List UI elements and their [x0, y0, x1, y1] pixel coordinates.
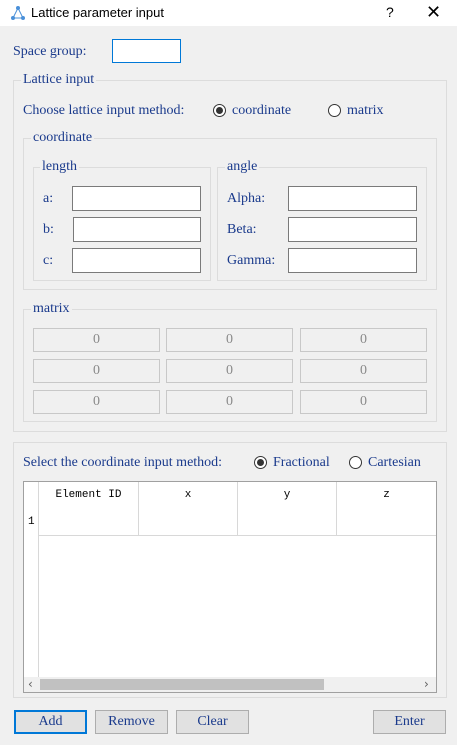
matrix-cell[interactable]: 0 — [166, 328, 293, 352]
angle-beta-label: Beta: — [227, 222, 257, 237]
help-button[interactable]: ? — [386, 4, 394, 20]
length-title: length — [40, 159, 79, 175]
radio-cartesian[interactable] — [349, 456, 362, 469]
row-header-column — [24, 482, 39, 679]
angle-gamma-label: Gamma: — [227, 253, 276, 268]
coordinate-title: coordinate — [31, 130, 95, 146]
radio-cartesian-label[interactable]: Cartesian — [368, 455, 421, 471]
angle-title: angle — [225, 159, 260, 175]
column-header-element-id[interactable]: Element ID — [39, 482, 139, 536]
angle-gamma-input[interactable] — [288, 248, 417, 273]
matrix-cell[interactable]: 0 — [33, 359, 160, 383]
space-group-input[interactable] — [112, 39, 181, 63]
close-button[interactable]: ✕ — [426, 2, 441, 23]
matrix-cell[interactable]: 0 — [33, 390, 160, 414]
scrollbar-thumb[interactable] — [40, 679, 324, 690]
atom-table[interactable]: Element ID x y z 1 ‹ › — [23, 481, 437, 693]
radio-matrix-label[interactable]: matrix — [347, 103, 384, 119]
matrix-cell[interactable]: 0 — [33, 328, 160, 352]
angle-beta-input[interactable] — [288, 217, 417, 242]
window-title: Lattice parameter input — [31, 5, 164, 20]
length-c-input[interactable] — [72, 248, 201, 273]
length-c-label: c: — [43, 253, 54, 268]
horizontal-scrollbar[interactable]: ‹ › — [24, 677, 436, 692]
lattice-method-label: Choose lattice input method: — [23, 103, 185, 118]
angle-alpha-input[interactable] — [288, 186, 417, 211]
radio-matrix[interactable] — [328, 104, 341, 117]
radio-coordinate[interactable] — [213, 104, 226, 117]
length-a-label: a: — [43, 191, 54, 206]
molecule-icon — [11, 6, 25, 20]
radio-fractional-label[interactable]: Fractional — [273, 455, 330, 471]
length-b-label: b: — [43, 222, 54, 237]
length-a-input[interactable] — [72, 186, 201, 211]
column-header-y[interactable]: y — [238, 482, 337, 536]
title-bar: Lattice parameter input ? ✕ — [0, 0, 457, 26]
space-group-label: Space group: — [13, 44, 87, 59]
coordinate-method-label: Select the coordinate input method: — [23, 455, 223, 470]
add-button[interactable]: Add — [14, 710, 87, 734]
matrix-title: matrix — [31, 301, 72, 317]
row-number[interactable]: 1 — [28, 516, 35, 528]
matrix-cell[interactable]: 0 — [300, 328, 427, 352]
column-header-z[interactable]: z — [337, 482, 436, 536]
lattice-input-title: Lattice input — [21, 72, 97, 88]
scroll-left-icon[interactable]: ‹ — [28, 677, 33, 691]
clear-button[interactable]: Clear — [176, 710, 249, 734]
matrix-cell[interactable]: 0 — [166, 359, 293, 383]
matrix-cell[interactable]: 0 — [300, 390, 427, 414]
matrix-cell[interactable]: 0 — [166, 390, 293, 414]
scroll-right-icon[interactable]: › — [424, 677, 429, 691]
radio-fractional[interactable] — [254, 456, 267, 469]
remove-button[interactable]: Remove — [95, 710, 168, 734]
matrix-cell[interactable]: 0 — [300, 359, 427, 383]
enter-button[interactable]: Enter — [373, 710, 446, 734]
length-b-input[interactable] — [73, 217, 201, 242]
radio-coordinate-label[interactable]: coordinate — [232, 103, 291, 119]
angle-alpha-label: Alpha: — [227, 191, 266, 206]
column-header-x[interactable]: x — [139, 482, 238, 536]
